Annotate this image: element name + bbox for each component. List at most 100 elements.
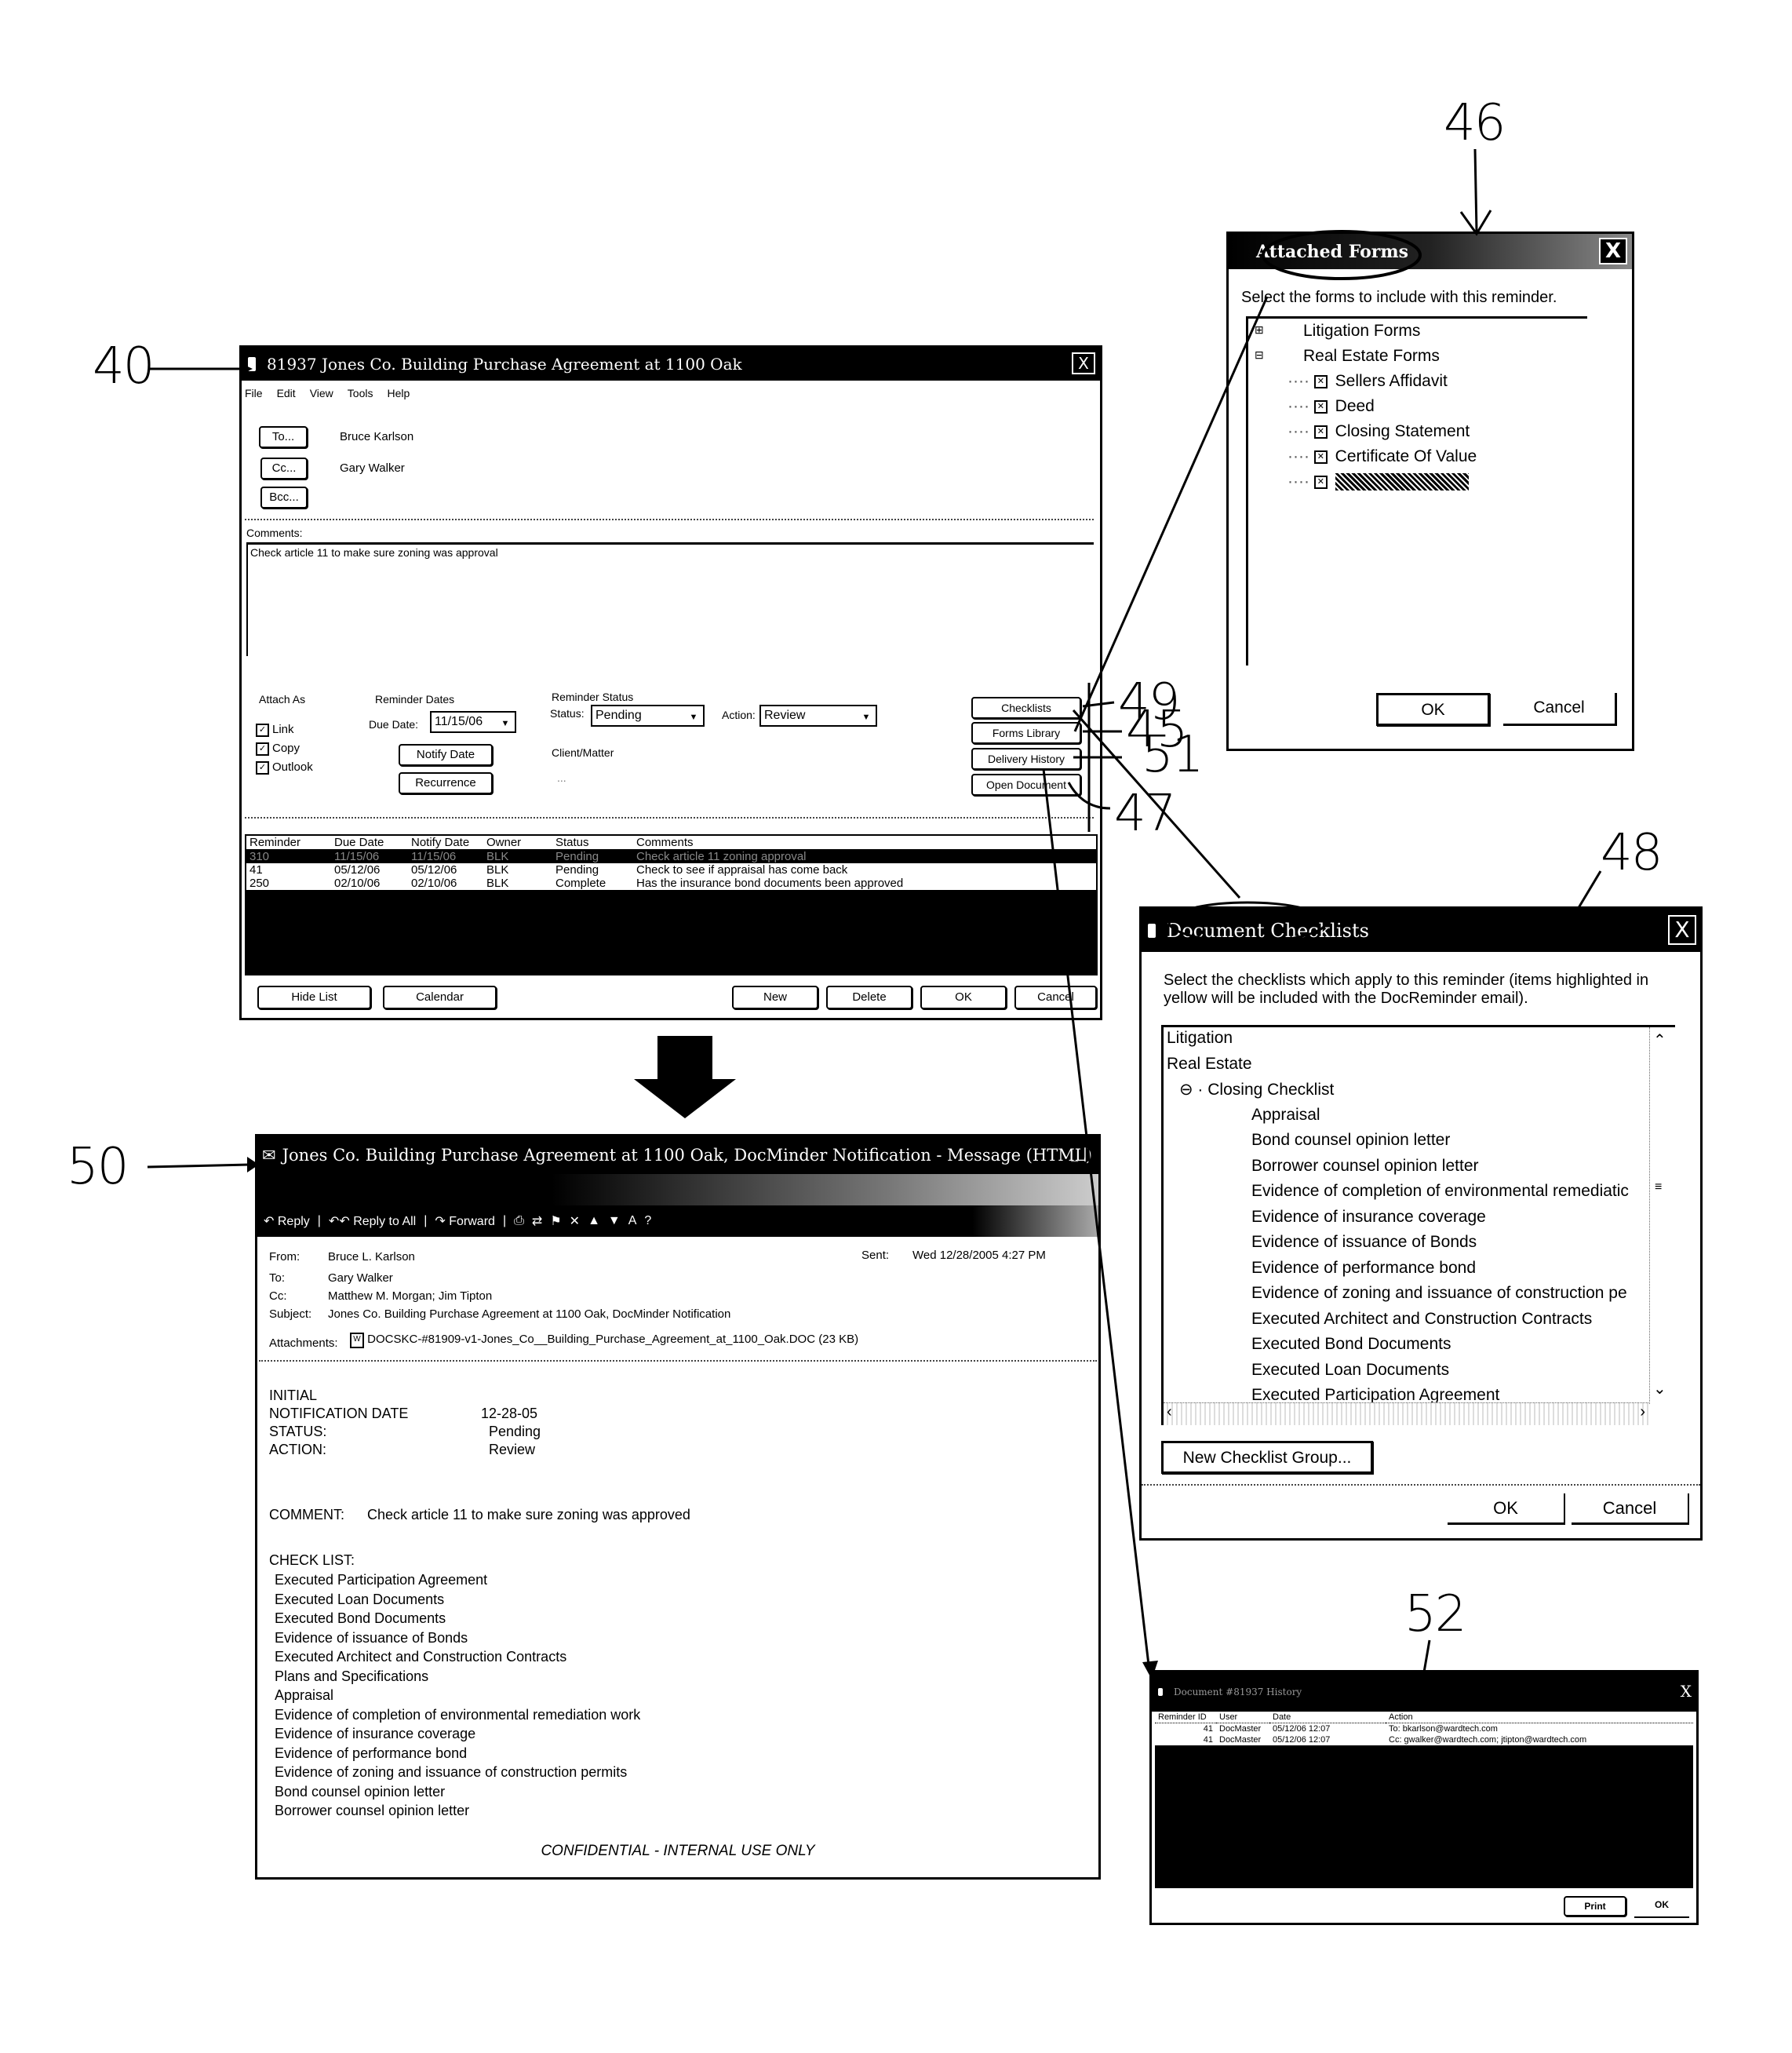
scroll-right-icon[interactable]: ›	[1640, 1403, 1645, 1421]
action-select[interactable]: Review ▼	[759, 705, 877, 727]
checklist-tree-item[interactable]: Bond counsel opinion letter	[1251, 1131, 1450, 1150]
move-icon[interactable]: ⇄	[532, 1213, 542, 1229]
menu-view[interactable]: View	[310, 387, 333, 399]
checkbox-checked-icon[interactable]: ✓	[256, 742, 269, 756]
checklist-tree-item[interactable]: Executed Architect and Construction Cont…	[1251, 1310, 1592, 1329]
checklist-tree-item[interactable]: Executed Loan Documents	[1251, 1361, 1449, 1380]
scroll-left-icon[interactable]: ‹	[1167, 1403, 1172, 1421]
new-checklist-group-button[interactable]: New Checklist Group...	[1161, 1441, 1373, 1474]
cancel-button[interactable]: Cancel	[1014, 986, 1097, 1009]
checkbox-checked-icon[interactable]: ✕	[1313, 374, 1328, 388]
forms-library-button[interactable]: Forms Library	[971, 722, 1081, 744]
next-icon[interactable]: ▼	[608, 1214, 621, 1228]
column-header-comments[interactable]: Comments	[633, 836, 1096, 850]
cancel-button[interactable]: Cancel	[1572, 1493, 1689, 1525]
minimize-icon[interactable]: _ |	[1071, 1146, 1087, 1162]
print-button[interactable]: Print	[1564, 1896, 1626, 1916]
table-row[interactable]: 250 02/10/06 02/10/06 BLK Complete Has t…	[246, 877, 1096, 890]
checkbox-checked-icon[interactable]: ✕	[1313, 450, 1328, 464]
table-row[interactable]: 41 05/12/06 05/12/06 BLK Pending Check t…	[246, 863, 1096, 877]
status-select[interactable]: Pending ▼	[591, 705, 705, 727]
reply-all-button[interactable]: ↶↶ Reply to All	[329, 1213, 416, 1229]
form-item[interactable]: ···· ✕ Sellers Affidavit	[1288, 372, 1448, 391]
scroll-thumb-grip-icon[interactable]: ≡	[1655, 1180, 1662, 1194]
chevron-down-icon[interactable]: ▼	[686, 708, 701, 724]
column-header-reminder-id[interactable]: Reminder ID	[1155, 1712, 1216, 1723]
chevron-down-icon[interactable]: ▼	[858, 708, 874, 724]
checkbox-checked-icon[interactable]: ✓	[256, 760, 269, 775]
expand-icon[interactable]: ⊞	[1255, 323, 1264, 337]
reply-button[interactable]: ↶ Reply	[264, 1213, 310, 1229]
cancel-button[interactable]: Cancel	[1503, 693, 1617, 726]
notify-date-button[interactable]: Notify Date	[399, 744, 493, 766]
reminders-list[interactable]: Reminder Due Date Notify Date Owner Stat…	[245, 834, 1098, 975]
font-size-icon[interactable]: A	[628, 1214, 637, 1228]
checklist-tree-item[interactable]: Evidence of zoning and issuance of const…	[1251, 1284, 1627, 1303]
checklists-button[interactable]: Checklists	[971, 697, 1081, 719]
tree-group-litigation-forms[interactable]: Litigation Forms	[1303, 322, 1420, 341]
checklist-tree-item[interactable]: Executed Bond Documents	[1251, 1335, 1451, 1354]
form-item[interactable]: ···· ✕ Certificate Of Value	[1288, 447, 1477, 466]
column-header-notify-date[interactable]: Notify Date	[408, 836, 483, 850]
ok-button[interactable]: OK	[1448, 1493, 1565, 1525]
to-button[interactable]: To...	[259, 426, 308, 448]
delete-icon[interactable]: ✕	[570, 1213, 580, 1229]
menu-file[interactable]: File	[245, 387, 263, 399]
forward-button[interactable]: ↷ Forward	[435, 1213, 495, 1229]
checklist-tree-item[interactable]: Evidence of completion of environmental …	[1251, 1182, 1629, 1201]
close-icon[interactable]: X	[1072, 352, 1095, 374]
chevron-down-icon[interactable]: ▼	[497, 714, 513, 730]
horizontal-scrollbar[interactable]: ‹ ›	[1164, 1402, 1648, 1425]
close-icon[interactable]: X	[1599, 238, 1627, 264]
checklist-tree-item[interactable]: Evidence of issuance of Bonds	[1251, 1233, 1477, 1252]
due-date-picker[interactable]: 11/15/06 ▼	[430, 711, 516, 733]
close-icon[interactable]: X	[1681, 1682, 1692, 1701]
table-row[interactable]: 41 DocMaster 05/12/06 12:07 To: bkarlson…	[1155, 1723, 1693, 1735]
recurrence-button[interactable]: Recurrence	[399, 772, 493, 794]
checkbox-checked-icon[interactable]: ✓	[256, 723, 269, 737]
attach-copy-option[interactable]: ✓ Copy	[256, 739, 313, 758]
table-row[interactable]: 41 DocMaster 05/12/06 12:07 Cc: gwalker@…	[1155, 1734, 1693, 1745]
scroll-up-icon[interactable]: ⌃	[1653, 1030, 1666, 1050]
delivery-history-button[interactable]: Delivery History	[971, 748, 1081, 770]
menu-help[interactable]: Help	[387, 387, 410, 399]
checkbox-checked-icon[interactable]: ✕	[1313, 399, 1328, 414]
collapse-icon[interactable]: ⊟	[1255, 348, 1264, 362]
cc-button[interactable]: Cc...	[260, 458, 308, 480]
new-button[interactable]: New	[732, 986, 818, 1009]
column-header-date[interactable]: Date	[1269, 1712, 1386, 1723]
calendar-button[interactable]: Calendar	[383, 986, 497, 1009]
checklist-tree-item[interactable]: Real Estate	[1167, 1055, 1252, 1074]
table-row-selected[interactable]: 310 11/15/06 11/15/06 BLK Pending Check …	[246, 849, 1096, 863]
checklists-tree[interactable]: Litigation Real Estate ⊖ · Closing Checkli…	[1161, 1025, 1675, 1425]
previous-icon[interactable]: ▲	[588, 1214, 600, 1228]
column-header-action[interactable]: Action	[1386, 1712, 1693, 1723]
forms-tree[interactable]: ⊞ Litigation Forms ⊟ Real Estate Forms ·…	[1246, 316, 1587, 665]
delete-button[interactable]: Delete	[826, 986, 912, 1009]
ok-button[interactable]: OK	[920, 986, 1007, 1009]
checklist-tree-item[interactable]: Appraisal	[1251, 1106, 1320, 1125]
attach-outlook-option[interactable]: ✓ Outlook	[256, 758, 313, 777]
open-document-button[interactable]: Open Document	[971, 774, 1081, 796]
column-header-owner[interactable]: Owner	[483, 836, 552, 850]
menu-edit[interactable]: Edit	[277, 387, 296, 399]
checklist-tree-item[interactable]: Evidence of performance bond	[1251, 1259, 1476, 1278]
column-header-status[interactable]: Status	[552, 836, 633, 850]
close-icon[interactable]: X	[1668, 915, 1696, 945]
menu-tools[interactable]: Tools	[348, 387, 373, 399]
flag-icon[interactable]: ⚑	[550, 1213, 561, 1229]
checklist-tree-item[interactable]: ⊖ · Closing Checklist	[1179, 1080, 1334, 1099]
checkbox-checked-icon[interactable]: ✕	[1313, 475, 1328, 489]
hide-list-button[interactable]: Hide List	[257, 986, 371, 1009]
column-header-user[interactable]: User	[1216, 1712, 1269, 1723]
ok-button[interactable]: OK	[1376, 693, 1490, 726]
form-item-highlighted[interactable]: ···· ✕	[1288, 472, 1469, 491]
column-header-reminder[interactable]: Reminder	[246, 836, 331, 850]
tree-group-real-estate-forms[interactable]: Real Estate Forms	[1303, 347, 1440, 366]
bcc-button[interactable]: Bcc...	[260, 487, 308, 509]
print-icon[interactable]: ⎙	[514, 1214, 524, 1228]
form-item[interactable]: ···· ✕ Closing Statement	[1288, 422, 1470, 441]
checkbox-checked-icon[interactable]: ✕	[1313, 425, 1328, 439]
history-list[interactable]: Reminder ID User Date Action 41 DocMaste…	[1155, 1712, 1693, 1888]
comments-textarea[interactable]: Check article 11 to make sure zoning was…	[246, 542, 1094, 656]
